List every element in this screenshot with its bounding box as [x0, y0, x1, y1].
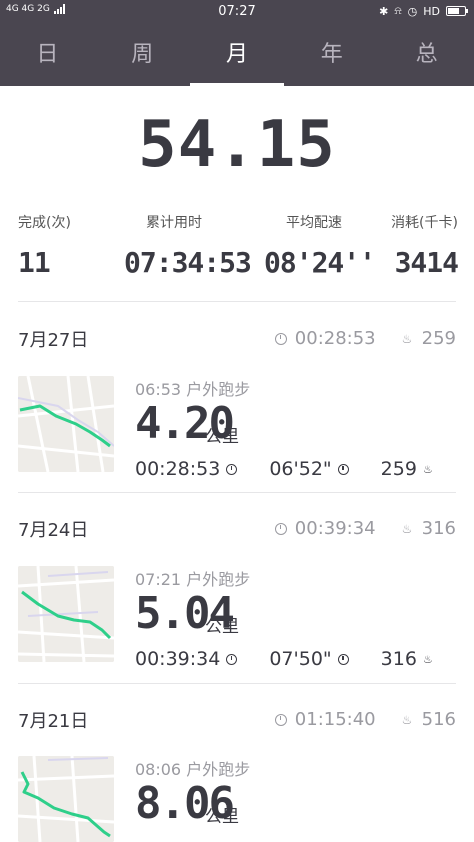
flame-icon: ♨ — [422, 652, 433, 666]
tab-day[interactable]: 日 — [0, 24, 95, 86]
clock-icon — [274, 522, 287, 535]
divider — [18, 492, 456, 493]
stat-count: 完成(次) 11 — [18, 215, 71, 279]
flame-icon: ♨ — [401, 712, 413, 727]
day-summary: 00:28:53 ♨ 259 — [274, 328, 456, 349]
run-item[interactable]: 07:21 户外跑步 5.04 公里 00:39:34 07'50" 316 ♨ — [0, 566, 474, 686]
day-summary: 01:15:40 ♨ 516 — [274, 709, 456, 730]
flame-icon: ♨ — [401, 521, 413, 536]
route-map-thumbnail — [18, 566, 114, 662]
run-item[interactable]: 06:53 户外跑步 4.20 公里 00:28:53 06'52" 259 ♨ — [0, 376, 474, 496]
alarm-icon: ◷ — [407, 4, 418, 18]
flame-icon: ♨ — [422, 462, 433, 476]
run-distance-unit: 公里 — [205, 617, 239, 637]
stat-total-time: 累计用时 07:34:53 — [124, 215, 252, 279]
clock-icon — [274, 332, 287, 345]
day-date: 7月24日 — [18, 520, 89, 541]
period-tabs: 日 周 月 年 总 — [0, 24, 474, 86]
tab-week[interactable]: 周 — [95, 24, 190, 86]
stat-calories: 消耗(千卡) 3414 — [391, 215, 459, 279]
tab-year[interactable]: 年 — [284, 24, 379, 86]
battery-icon — [446, 6, 468, 16]
run-start-type: 07:21 户外跑步 — [135, 570, 251, 589]
total-distance: 54.15 — [138, 108, 336, 182]
run-details: 00:28:53 06'52" 259 ♨ — [135, 458, 433, 480]
summary-stats: 完成(次) 11 累计用时 07:34:53 平均配速 08'24'' 消耗(千… — [18, 212, 459, 292]
pace-icon — [337, 463, 349, 475]
run-distance-unit: 公里 — [205, 427, 239, 447]
run-distance-unit: 公里 — [205, 807, 239, 827]
pace-icon — [337, 653, 349, 665]
clock-icon — [226, 653, 238, 665]
call-hd-icon: HD — [423, 4, 440, 18]
divider — [18, 683, 456, 684]
status-bar: 4G 4G 2G 07:27 ✱ ⍾ ◷ HD — [0, 0, 474, 24]
run-start-type: 06:53 户外跑步 — [135, 380, 251, 399]
status-icons: ✱ ⍾ ◷ HD — [379, 4, 468, 18]
bluetooth-icon: ✱ — [379, 4, 389, 18]
day-date: 7月27日 — [18, 330, 89, 351]
tab-month[interactable]: 月 — [189, 24, 285, 86]
clock-icon — [274, 713, 287, 726]
day-summary: 00:39:34 ♨ 316 — [274, 518, 456, 539]
clock-icon — [226, 463, 238, 475]
mute-icon: ⍾ — [394, 4, 402, 17]
route-map-thumbnail — [18, 376, 114, 472]
divider — [18, 301, 456, 302]
tab-total[interactable]: 总 — [379, 24, 474, 86]
run-item[interactable]: 08:06 户外跑步 8.06 公里 — [0, 756, 474, 842]
stat-avg-pace: 平均配速 08'24'' — [264, 215, 376, 279]
run-start-type: 08:06 户外跑步 — [135, 760, 251, 779]
day-date: 7月21日 — [18, 711, 89, 732]
run-details: 00:39:34 07'50" 316 ♨ — [135, 648, 433, 670]
flame-icon: ♨ — [401, 331, 413, 346]
route-map-thumbnail — [18, 756, 114, 842]
